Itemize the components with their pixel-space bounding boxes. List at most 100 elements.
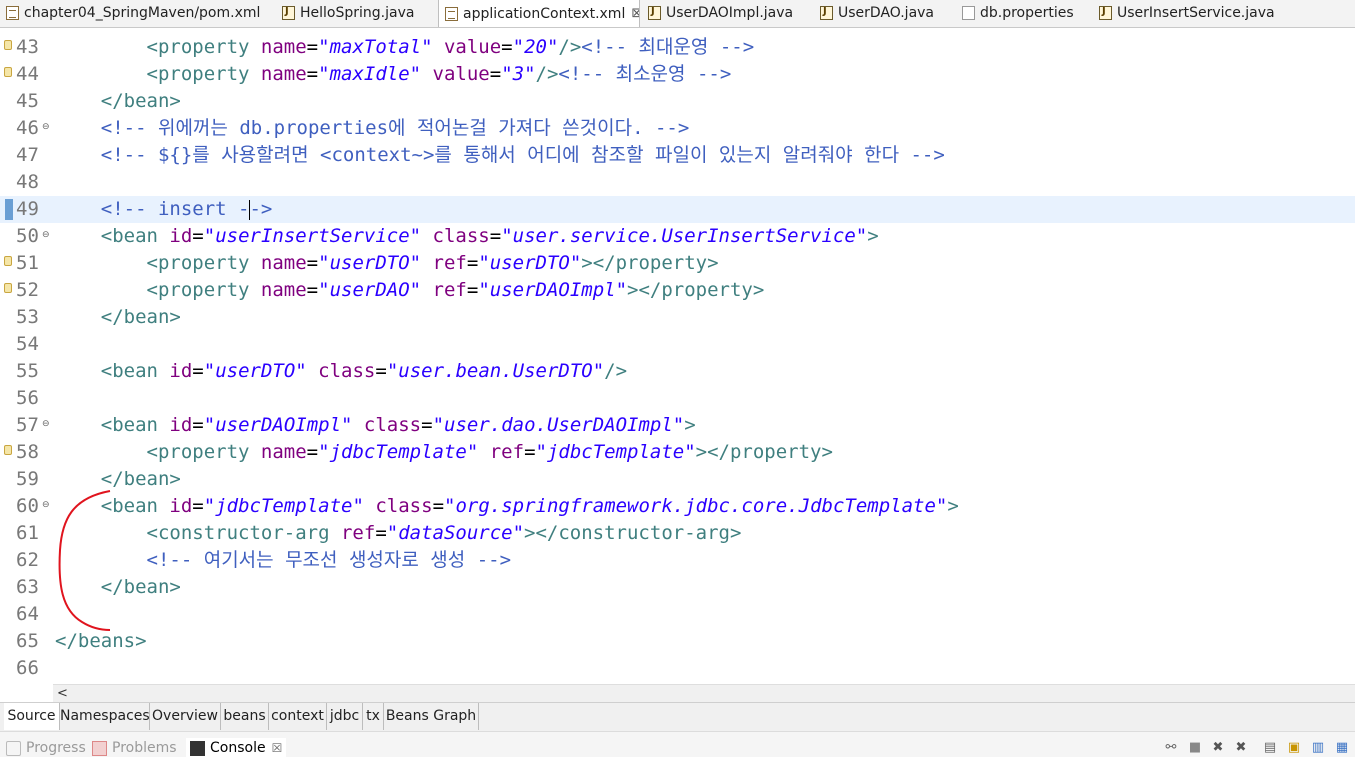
tab-pom-xml[interactable]: chapter04_SpringMaven/pom.xml bbox=[6, 0, 276, 26]
fold-toggle-icon[interactable]: ⊖ bbox=[42, 122, 50, 132]
code-line[interactable]: 62 <!-- 여기서는 무조선 생성자로 생성 --> bbox=[0, 547, 1355, 574]
line-number: 49 bbox=[16, 198, 39, 220]
close-view-icon[interactable]: ☒ bbox=[272, 741, 283, 755]
display-console-icon[interactable]: ▦ bbox=[1334, 740, 1350, 756]
code-line[interactable]: 43 <property name="maxTotal" value="20"/… bbox=[0, 34, 1355, 61]
code-line[interactable]: 53 </bean> bbox=[0, 304, 1355, 331]
tab-userdaoimpl-java[interactable]: UserDAOImpl.java bbox=[648, 0, 808, 26]
code-line[interactable]: 52 <property name="userDAO" ref="userDAO… bbox=[0, 277, 1355, 304]
code-line[interactable]: 56 bbox=[0, 385, 1355, 412]
code-text: </beans> bbox=[55, 628, 147, 655]
line-number: 53 bbox=[16, 306, 39, 328]
tab-beans-graph[interactable]: Beans Graph bbox=[384, 703, 479, 730]
code-editor[interactable]: 43 <property name="maxTotal" value="20"/… bbox=[0, 28, 1355, 684]
tab-label: chapter04_SpringMaven/pom.xml bbox=[24, 5, 261, 21]
disconnect-icon[interactable]: ⚯ bbox=[1163, 740, 1179, 756]
xml-tag: /> bbox=[558, 36, 582, 58]
code-text: <!-- insert --> bbox=[55, 196, 273, 223]
remove-all-icon[interactable]: ✖ bbox=[1233, 740, 1249, 756]
code-line[interactable]: 55 <bean id="userDTO" class="user.bean.U… bbox=[0, 358, 1355, 385]
tab-overview[interactable]: Overview bbox=[150, 703, 221, 730]
xml-tag: <bean bbox=[100, 225, 170, 247]
xml-tag: </bean> bbox=[100, 576, 181, 598]
tab-namespaces[interactable]: Namespaces bbox=[60, 703, 150, 730]
code-line[interactable]: 51 <property name="userDTO" ref="userDTO… bbox=[0, 250, 1355, 277]
pin-console-icon[interactable]: ▥ bbox=[1310, 740, 1326, 756]
code-text: <property name="maxTotal" value="20"/><!… bbox=[55, 34, 755, 61]
line-number: 61 bbox=[16, 522, 39, 544]
code-line[interactable]: 45 </bean> bbox=[0, 88, 1355, 115]
code-line[interactable]: 66 bbox=[0, 655, 1355, 682]
code-line[interactable]: 60 ⊖ <bean id="jdbcTemplate" class="org.s… bbox=[0, 493, 1355, 520]
scroll-left-icon[interactable]: < bbox=[57, 685, 68, 703]
tab-userdao-java[interactable]: UserDAO.java bbox=[820, 0, 950, 26]
java-file-icon bbox=[648, 6, 661, 20]
line-number: 50 bbox=[16, 225, 39, 247]
attr-value: "jdbcTemplate" bbox=[535, 441, 696, 463]
code-line[interactable]: 50 ⊖ <bean id="userInsertService" class="… bbox=[0, 223, 1355, 250]
code-text: <property name="userDAO" ref="userDAOImp… bbox=[55, 277, 765, 304]
line-number: 56 bbox=[16, 387, 39, 409]
attr-value: "maxIdle" bbox=[318, 63, 422, 85]
line-number: 60 bbox=[16, 495, 39, 517]
code-text: <bean id="userDTO" class="user.bean.User… bbox=[55, 358, 627, 385]
tab-hellospring-java[interactable]: HelloSpring.java bbox=[282, 0, 432, 26]
code-line[interactable]: 64 bbox=[0, 601, 1355, 628]
current-line-marker bbox=[5, 199, 13, 220]
tab-label: db.properties bbox=[980, 5, 1074, 21]
tab-source[interactable]: Source bbox=[4, 703, 60, 730]
xml-tag: </bean> bbox=[100, 90, 181, 112]
xml-tag: </beans> bbox=[55, 630, 147, 652]
code-line[interactable]: 61 <constructor-arg ref="dataSource"></c… bbox=[0, 520, 1355, 547]
code-line[interactable]: 49 <!-- insert --> bbox=[0, 196, 1355, 223]
horizontal-scrollbar[interactable]: < bbox=[53, 684, 1355, 703]
xml-comment: <!-- 최대운영 --> bbox=[581, 36, 755, 58]
code-text: <bean id="userInsertService" class="user… bbox=[55, 223, 879, 250]
close-tab-icon[interactable]: ⊠ bbox=[631, 6, 639, 21]
code-line[interactable]: 47 <!-- ${}를 사용할려면 <context~>를 통해서 어디에 참… bbox=[0, 142, 1355, 169]
fold-toggle-icon[interactable]: ⊖ bbox=[42, 230, 50, 240]
attr-name: name bbox=[260, 63, 307, 85]
code-line[interactable]: 44 <property name="maxIdle" value="3"/><… bbox=[0, 61, 1355, 88]
code-text: <!-- ${}를 사용할려면 <context~>를 통해서 어디에 참조할 … bbox=[55, 142, 945, 169]
fold-toggle-icon[interactable]: ⊖ bbox=[42, 500, 50, 510]
tab-tx[interactable]: tx bbox=[363, 703, 384, 730]
code-text: <bean id="userDAOImpl" class="user.dao.U… bbox=[55, 412, 696, 439]
tab-db-properties[interactable]: db.properties bbox=[962, 0, 1087, 26]
view-console[interactable]: Console ☒ bbox=[186, 738, 287, 758]
view-progress[interactable]: Progress bbox=[6, 738, 86, 758]
scroll-lock-icon[interactable]: ▣ bbox=[1286, 740, 1302, 756]
xml-tag: <bean bbox=[100, 360, 170, 382]
code-line[interactable]: 54 bbox=[0, 331, 1355, 358]
attr-name: class bbox=[363, 414, 422, 436]
java-file-icon bbox=[1099, 6, 1112, 20]
code-line[interactable]: 59 </bean> bbox=[0, 466, 1355, 493]
tab-userinsertservice-java[interactable]: UserInsertService.java bbox=[1099, 0, 1355, 26]
code-line[interactable]: 65 </beans> bbox=[0, 628, 1355, 655]
line-number: 44 bbox=[16, 63, 39, 85]
fold-toggle-icon[interactable]: ⊖ bbox=[42, 419, 50, 429]
tab-applicationcontext-xml[interactable]: applicationContext.xml ⊠ bbox=[438, 0, 640, 27]
tab-beans[interactable]: beans bbox=[221, 703, 269, 730]
view-problems[interactable]: Problems bbox=[92, 738, 177, 758]
tab-context[interactable]: context bbox=[269, 703, 327, 730]
code-line[interactable]: 63 </bean> bbox=[0, 574, 1355, 601]
warning-marker-icon bbox=[4, 283, 12, 293]
code-line[interactable]: 58 <property name="jdbcTemplate" ref="jd… bbox=[0, 439, 1355, 466]
terminate-icon[interactable]: ■ bbox=[1187, 740, 1203, 756]
line-number: 64 bbox=[16, 603, 39, 625]
tab-jdbc[interactable]: jdbc bbox=[327, 703, 363, 730]
code-line[interactable]: 57 ⊖ <bean id="userDAOImpl" class="user.d… bbox=[0, 412, 1355, 439]
clear-console-icon[interactable]: ▤ bbox=[1262, 740, 1278, 756]
remove-launch-icon[interactable]: ✖ bbox=[1210, 740, 1226, 756]
code-line[interactable]: 46 ⊖ <!-- 위에꺼는 db.properties에 적어논걸 가져다 쓴것… bbox=[0, 115, 1355, 142]
code-line[interactable]: 48 bbox=[0, 169, 1355, 196]
